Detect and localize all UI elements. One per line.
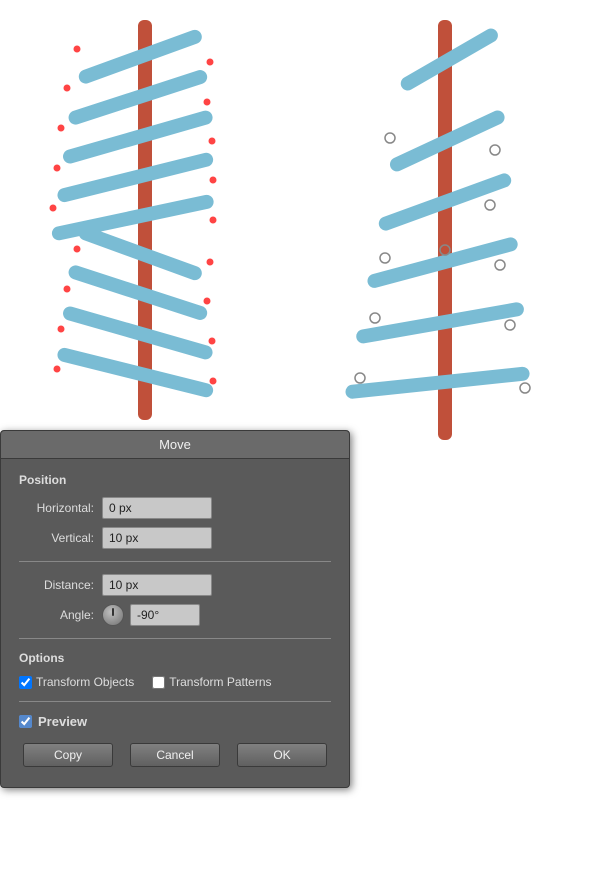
transform-objects-label[interactable]: Transform Objects — [19, 675, 134, 689]
ok-button[interactable]: OK — [237, 743, 327, 767]
divider-3 — [19, 701, 331, 702]
canvas-area — [0, 0, 600, 440]
distance-input[interactable] — [102, 574, 212, 596]
options-section: Options Transform Objects Transform Patt… — [19, 651, 331, 689]
divider-1 — [19, 561, 331, 562]
distance-label: Distance: — [19, 578, 94, 592]
dialog-title: Move — [159, 437, 191, 452]
transform-patterns-label[interactable]: Transform Patterns — [152, 675, 271, 689]
transform-objects-text: Transform Objects — [36, 675, 134, 689]
tree-left — [45, 20, 245, 423]
angle-dial[interactable] — [102, 604, 124, 626]
transform-patterns-checkbox[interactable] — [152, 676, 165, 689]
dialog-body: Position Horizontal: Vertical: Distance:… — [1, 459, 349, 787]
preview-row: Preview — [19, 714, 331, 729]
options-row: Transform Objects Transform Patterns — [19, 675, 331, 689]
horizontal-label: Horizontal: — [19, 501, 94, 515]
angle-label: Angle: — [19, 608, 94, 622]
preview-label: Preview — [38, 714, 87, 729]
distance-row: Distance: — [19, 574, 331, 596]
position-section-label: Position — [19, 473, 331, 487]
horizontal-row: Horizontal: — [19, 497, 331, 519]
transform-objects-checkbox[interactable] — [19, 676, 32, 689]
dialog-title-bar: Move — [1, 431, 349, 459]
horizontal-input[interactable] — [102, 497, 212, 519]
copy-button[interactable]: Copy — [23, 743, 113, 767]
move-dialog: Move Position Horizontal: Vertical: Dist… — [0, 430, 350, 788]
tree-right — [335, 20, 555, 443]
vertical-input[interactable] — [102, 527, 212, 549]
cancel-button[interactable]: Cancel — [130, 743, 220, 767]
dialog-buttons: Copy Cancel OK — [19, 743, 331, 767]
transform-patterns-text: Transform Patterns — [169, 675, 271, 689]
options-label: Options — [19, 651, 331, 665]
vertical-row: Vertical: — [19, 527, 331, 549]
divider-2 — [19, 638, 331, 639]
angle-row: Angle: — [19, 604, 331, 626]
vertical-label: Vertical: — [19, 531, 94, 545]
preview-checkbox[interactable] — [19, 715, 32, 728]
angle-input[interactable] — [130, 604, 200, 626]
